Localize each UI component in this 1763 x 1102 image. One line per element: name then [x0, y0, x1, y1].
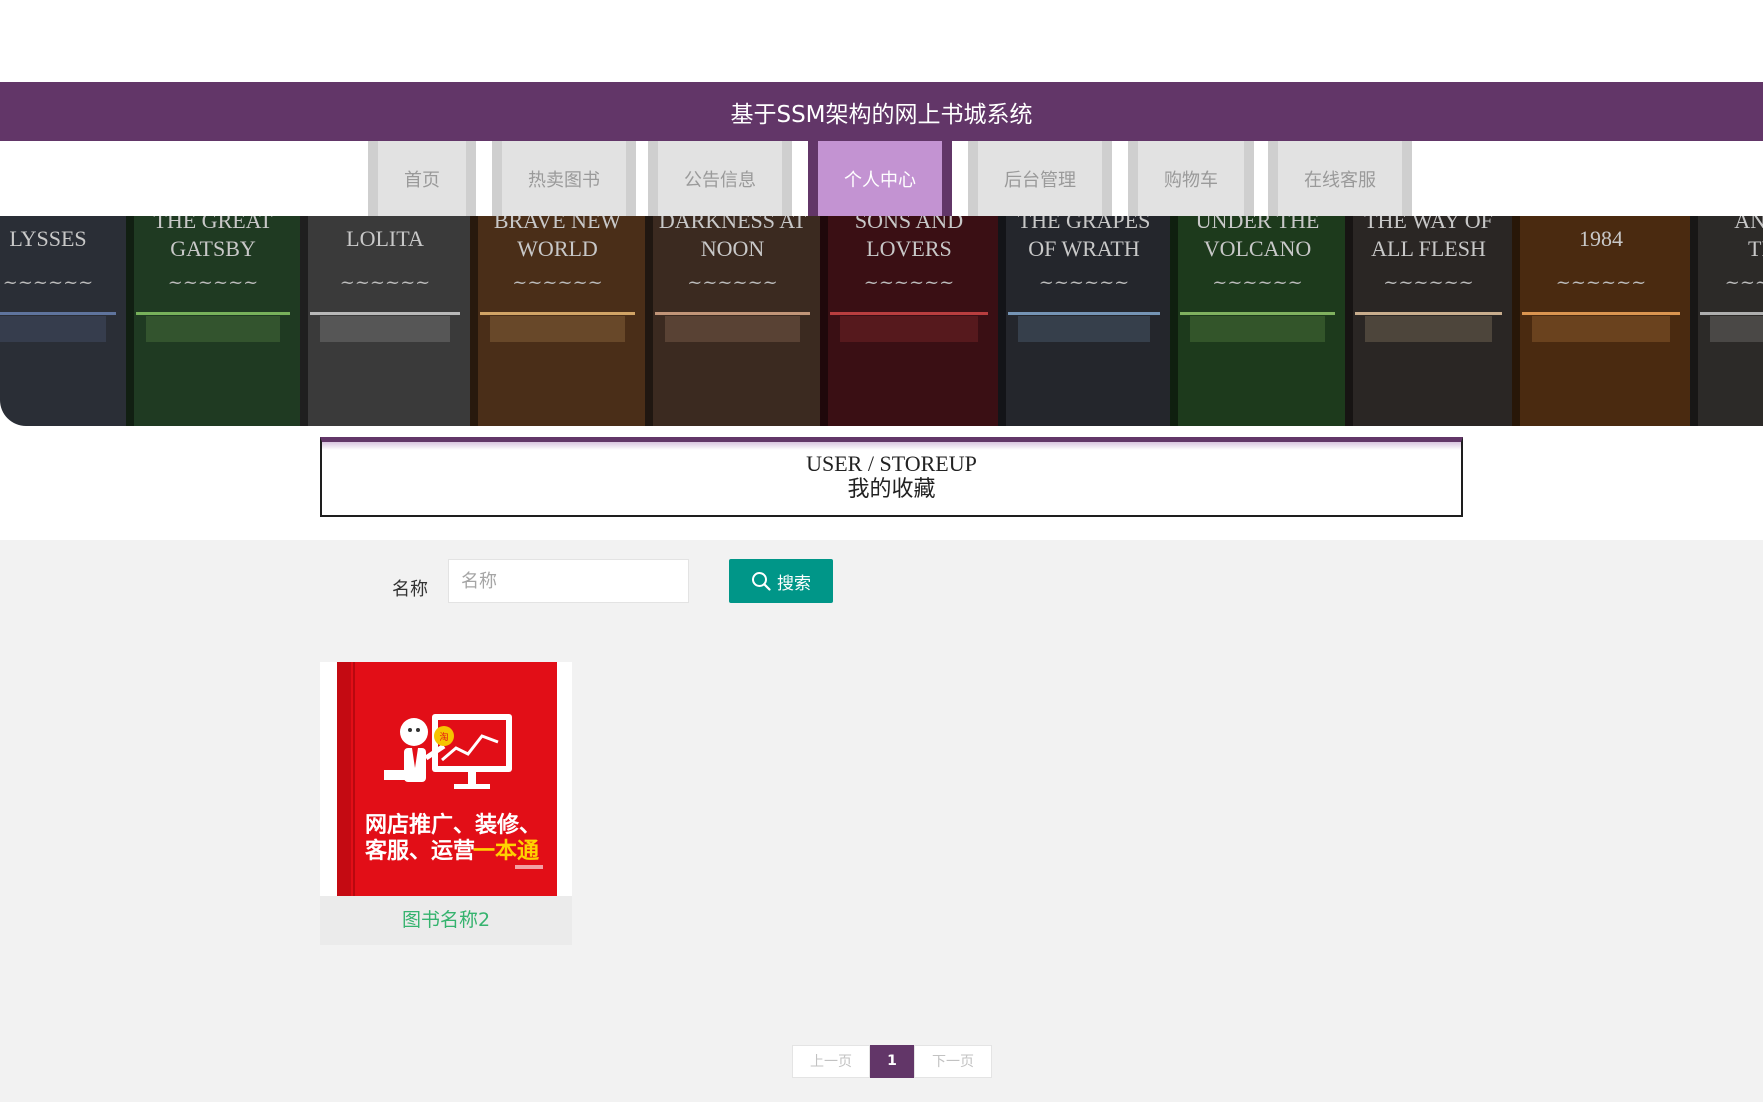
- svg-text:~~~~~~: ~~~~~~: [1039, 272, 1130, 293]
- nav-admin[interactable]: 后台管理: [968, 141, 1112, 216]
- svg-text:~~~~~~: ~~~~~~: [1212, 272, 1303, 293]
- book-spine-title: OF WRATH: [1028, 236, 1140, 261]
- svg-text:~~~~~~: ~~~~~~: [1383, 272, 1474, 293]
- pagination: 上一页 1 下一页: [792, 1045, 992, 1078]
- cover-title-highlight: 一本通: [473, 838, 539, 864]
- book-spine-title: THE GREAT: [153, 216, 273, 233]
- book-spine-title: SONS AND: [855, 216, 963, 233]
- main-content: 名称 搜索: [0, 540, 1763, 1102]
- current-page[interactable]: 1: [870, 1045, 914, 1078]
- book-spine: ~~~~~~ THE GRAPES OF WRATH: [998, 216, 1170, 426]
- favorite-item-card[interactable]: 淘 网店推广、装修、 客服、运营 一本通 图书名称2: [320, 662, 572, 945]
- search-icon: [752, 572, 771, 591]
- book-spine-title: ALL FLESH: [1371, 236, 1486, 261]
- book-spine-title: THE GRAPES: [1018, 216, 1151, 233]
- book-spine: ~~~~~~ AN AM TRA: [1690, 216, 1763, 426]
- book-spine-title: UNDER THE: [1196, 216, 1320, 233]
- search-button-label: 搜索: [777, 573, 811, 594]
- svg-text:~~~~~~: ~~~~~~: [1556, 272, 1647, 293]
- book-cover-image[interactable]: 淘 网店推广、装修、 客服、运营 一本通: [320, 662, 572, 896]
- book-spine: ~~~~~~ THE GREAT GATSBY: [126, 216, 300, 426]
- book-name[interactable]: 图书名称2: [320, 896, 572, 945]
- search-label: 名称: [392, 579, 428, 600]
- svg-text:~~~~~~: ~~~~~~: [168, 272, 259, 293]
- nav-home[interactable]: 首页: [368, 141, 476, 216]
- book-spine-title: BRAVE NEW: [494, 216, 622, 233]
- book-spine-title: DARKNESS AT: [659, 216, 807, 233]
- search-input[interactable]: [448, 559, 689, 603]
- book-spine: ~~~~~~ LYSSES: [0, 216, 126, 426]
- next-page-button[interactable]: 下一页: [914, 1045, 992, 1078]
- book-spine-title: VOLCANO: [1204, 236, 1312, 261]
- cover-title-line2: 客服、运营: [365, 838, 475, 864]
- page-title: 我的收藏: [847, 477, 936, 502]
- svg-text:~~~~~~: ~~~~~~: [1725, 272, 1763, 293]
- book-spine-title: LYSSES: [9, 226, 86, 251]
- book-spine-title: TRA: [1748, 236, 1763, 261]
- nav-announcements[interactable]: 公告信息: [648, 141, 792, 216]
- breadcrumb: USER / STOREUP 我的收藏: [320, 437, 1463, 517]
- book-spine: ~~~~~~ 1984: [1512, 216, 1690, 426]
- svg-text:~~~~~~: ~~~~~~: [512, 272, 603, 293]
- book-spine: ~~~~~~ BRAVE NEW WORLD: [470, 216, 645, 426]
- book-spine-title: THE WAY OF: [1364, 216, 1493, 233]
- book-spine-title: NOON: [701, 236, 765, 261]
- svg-text:~~~~~~: ~~~~~~: [340, 272, 431, 293]
- svg-text:淘: 淘: [439, 731, 448, 743]
- breadcrumb-path: USER / STOREUP: [806, 451, 977, 476]
- book-spine-title: 1984: [1579, 226, 1623, 251]
- book-spine: ~~~~~~ UNDER THE VOLCANO: [1170, 216, 1345, 426]
- cover-title-line1: 网店推广、装修、: [365, 812, 541, 838]
- book-spine: ~~~~~~ DARKNESS AT NOON: [645, 216, 820, 426]
- book-spine: ~~~~~~ LOLITA: [300, 216, 470, 426]
- book-spine-title: AN AM: [1734, 216, 1763, 233]
- prev-page-button[interactable]: 上一页: [792, 1045, 870, 1078]
- search-button[interactable]: 搜索: [729, 559, 833, 603]
- svg-text:~~~~~~: ~~~~~~: [687, 272, 778, 293]
- book-spine-title: LOLITA: [346, 226, 424, 251]
- main-nav: 首页 热卖图书 公告信息 个人中心 后台管理 购物车 在线客服: [0, 141, 1763, 216]
- banner-bookshelf: ~~~~~~ LYSSES ~~~~~~ THE GREAT GATSBY ~~~~~~ L…: [0, 216, 1763, 426]
- svg-text:~~~~~~: ~~~~~~: [864, 272, 955, 293]
- site-title-bar: 基于SSM架构的网上书城系统: [0, 82, 1763, 141]
- book-spine: ~~~~~~ THE WAY OF ALL FLESH: [1345, 216, 1512, 426]
- nav-hot-books[interactable]: 热卖图书: [492, 141, 636, 216]
- book-spine: ~~~~~~ SONS AND LOVERS: [820, 216, 998, 426]
- nav-personal-center[interactable]: 个人中心: [808, 141, 952, 216]
- nav-cart[interactable]: 购物车: [1128, 141, 1254, 216]
- svg-text:~~~~~~: ~~~~~~: [3, 272, 94, 293]
- book-spine-title: LOVERS: [866, 236, 952, 261]
- nav-online-service[interactable]: 在线客服: [1268, 141, 1412, 216]
- book-spine-title: WORLD: [517, 236, 598, 261]
- book-spine-title: GATSBY: [170, 236, 256, 261]
- site-title: 基于SSM架构的网上书城系统: [730, 101, 1033, 128]
